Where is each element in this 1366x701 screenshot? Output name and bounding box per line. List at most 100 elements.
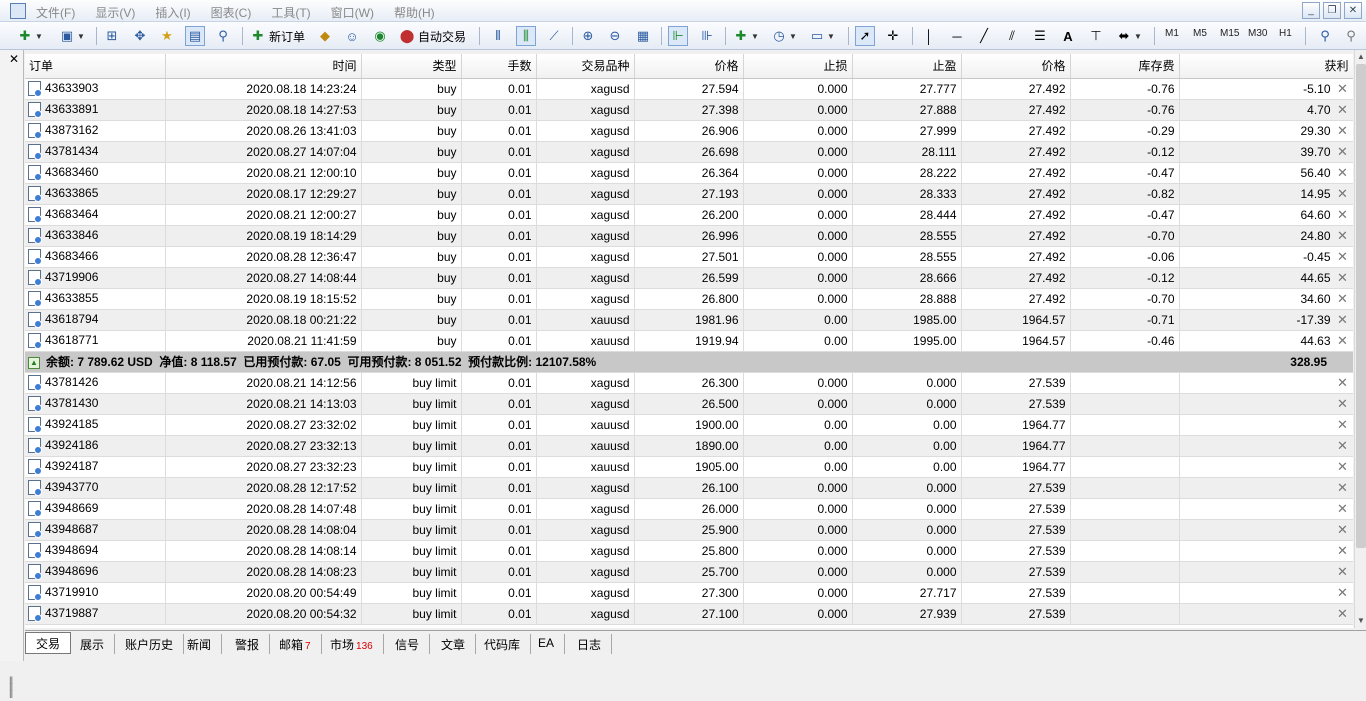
close-order-icon[interactable]: ✕ [1337, 333, 1349, 349]
terminal-tab[interactable]: 交易 [25, 632, 72, 654]
close-order-icon[interactable]: ✕ [1337, 123, 1349, 139]
signals-button[interactable]: ☺ [343, 26, 361, 46]
close-order-icon[interactable]: ✕ [1337, 228, 1349, 244]
scroll-up-icon[interactable]: ▲ [1356, 52, 1366, 62]
timeframe-h1[interactable]: H1 [1279, 28, 1292, 39]
table-row[interactable]: 43948669 2020.08.28 14:07:48 buy limit 0.01… [25, 498, 1353, 520]
column-header[interactable]: 类型 [361, 54, 462, 79]
menu-item[interactable]: 图表(C) [211, 0, 252, 22]
column-header[interactable]: 时间 [165, 54, 362, 79]
zoom-out-button[interactable]: ⊖ [606, 26, 624, 46]
candlestick-button[interactable]: ⫼ [516, 26, 536, 46]
table-row[interactable]: 43924187 2020.08.27 23:32:23 buy limit 0.01… [25, 456, 1353, 478]
terminal-tab[interactable]: 邮箱 7 [269, 634, 322, 654]
table-row[interactable]: 43948687 2020.08.28 14:08:04 buy limit 0.01… [25, 519, 1353, 541]
profiles-button[interactable]: ▣ ▼ [58, 26, 85, 46]
table-row[interactable]: 43683464 2020.08.21 12:00:27 buy 0.01 xagusd… [25, 204, 1353, 226]
table-row[interactable]: 43633903 2020.08.18 14:23:24 buy 0.01 xagusd… [25, 78, 1353, 100]
crosshair-button[interactable]: ✛ [884, 26, 902, 46]
column-header[interactable]: 库存费 [1070, 54, 1180, 79]
vertical-line-button[interactable]: │ [920, 26, 938, 46]
close-terminal-icon[interactable]: ✕ [9, 52, 19, 66]
table-row[interactable]: 43719906 2020.08.27 14:08:44 buy 0.01 xagusd… [25, 267, 1353, 289]
close-order-icon[interactable]: ✕ [1337, 312, 1349, 328]
minimize-button[interactable]: _ [1302, 2, 1320, 19]
search-box[interactable]: ⚲ [1342, 26, 1360, 46]
templates-button[interactable]: ▭ ▼ [808, 26, 835, 46]
close-order-icon[interactable]: ✕ [1337, 585, 1349, 601]
close-order-icon[interactable]: ✕ [1337, 543, 1349, 559]
navigator-button[interactable]: ✥ [131, 26, 149, 46]
timeframe-m1[interactable]: M1 [1165, 28, 1179, 39]
close-order-icon[interactable]: ✕ [1337, 165, 1349, 181]
table-row[interactable]: 43683466 2020.08.28 12:36:47 buy 0.01 xagusd… [25, 246, 1353, 268]
table-row[interactable]: 43873162 2020.08.26 13:41:03 buy 0.01 xagusd… [25, 120, 1353, 142]
bar-chart-button[interactable]: ⫴ [489, 26, 507, 46]
close-order-icon[interactable]: ✕ [1337, 480, 1349, 496]
column-header[interactable]: 订单 [25, 54, 166, 79]
table-row[interactable]: 43719887 2020.08.20 00:54:32 buy limit 0.01… [25, 603, 1353, 625]
table-row[interactable]: 43943770 2020.08.28 12:17:52 buy limit 0.01… [25, 477, 1353, 499]
periods-button[interactable]: ◷ ▼ [770, 26, 797, 46]
close-order-icon[interactable]: ✕ [1337, 291, 1349, 307]
vps-button[interactable]: ◉ [371, 26, 389, 46]
close-order-icon[interactable]: ✕ [1337, 144, 1349, 160]
close-order-icon[interactable]: ✕ [1337, 207, 1349, 223]
scroll-down-icon[interactable]: ▼ [1356, 616, 1366, 626]
column-header[interactable]: 获利 [1179, 54, 1353, 79]
restore-button[interactable]: ❐ [1323, 2, 1341, 19]
table-row[interactable]: 43781426 2020.08.21 14:12:56 buy limit 0.01… [25, 372, 1353, 394]
favorites-button[interactable]: ★ [158, 26, 176, 46]
close-order-icon[interactable]: ✕ [1337, 606, 1349, 622]
terminal-tab[interactable]: 新闻 [177, 634, 223, 654]
table-row[interactable]: 43948694 2020.08.28 14:08:14 buy limit 0.01… [25, 540, 1353, 562]
menu-item[interactable]: 显示(V) [95, 0, 135, 22]
table-row[interactable]: 43924185 2020.08.27 23:32:02 buy limit 0.01… [25, 414, 1353, 436]
close-order-icon[interactable]: ✕ [1337, 102, 1349, 118]
table-row[interactable]: 43924186 2020.08.27 23:32:13 buy limit 0.01… [25, 435, 1353, 457]
terminal-tab[interactable]: 市场 136 [320, 634, 384, 654]
close-window-button[interactable]: ✕ [1344, 2, 1362, 19]
fibonacci-button[interactable]: ☰ [1031, 26, 1049, 46]
close-order-icon[interactable]: ✕ [1337, 81, 1349, 97]
scroll-thumb[interactable] [1356, 64, 1366, 548]
close-order-icon[interactable]: ✕ [1337, 438, 1349, 454]
table-row[interactable]: 43633846 2020.08.19 18:14:29 buy 0.01 xagusd… [25, 225, 1353, 247]
close-order-icon[interactable]: ✕ [1337, 459, 1349, 475]
new-chart-button[interactable]: ✚ ▼ [16, 26, 43, 46]
trendline-button[interactable]: ╱ [975, 26, 993, 46]
text-button[interactable]: A [1059, 26, 1077, 46]
search-button[interactable]: ⚲ [1316, 26, 1334, 46]
column-header[interactable]: 止损 [743, 54, 853, 79]
column-header[interactable]: 价格 [961, 54, 1071, 79]
timeframe-m30[interactable]: M30 [1248, 28, 1267, 39]
auto-scroll-button[interactable]: ⊩ [668, 26, 688, 46]
table-row[interactable]: 43633891 2020.08.18 14:27:53 buy 0.01 xagusd… [25, 99, 1353, 121]
close-order-icon[interactable]: ✕ [1337, 270, 1349, 286]
terminal-tab[interactable]: 信号 [385, 634, 431, 654]
equidistant-channel-button[interactable]: ⫽ [1003, 26, 1021, 46]
close-order-icon[interactable]: ✕ [1337, 522, 1349, 538]
table-row[interactable]: 43781434 2020.08.27 14:07:04 buy 0.01 xagusd… [25, 141, 1353, 163]
terminal-button[interactable]: ▤ [185, 26, 205, 46]
table-row[interactable]: 43683460 2020.08.21 12:00:10 buy 0.01 xagusd… [25, 162, 1353, 184]
auto-trading-button[interactable]: ⬤ 自动交易 [398, 26, 466, 46]
terminal-grip-icon[interactable]: ‖ ‖ ‖ [9, 677, 13, 701]
timeframe-m15[interactable]: M15 [1220, 28, 1239, 39]
terminal-tab[interactable]: 账户历史 [115, 634, 185, 654]
arrows-button[interactable]: ⬌ ▼ [1115, 26, 1142, 46]
close-order-icon[interactable]: ✕ [1337, 417, 1349, 433]
table-row[interactable]: 43719910 2020.08.20 00:54:49 buy limit 0.01… [25, 582, 1353, 604]
menu-item[interactable]: 工具(T) [271, 0, 310, 22]
table-row[interactable]: 43618771 2020.08.21 11:41:59 buy 0.01 xauusd… [25, 330, 1353, 352]
close-order-icon[interactable]: ✕ [1337, 186, 1349, 202]
vertical-scrollbar[interactable]: ▲ ▼ [1354, 50, 1366, 628]
menu-item[interactable]: 帮助(H) [394, 0, 435, 22]
tile-windows-button[interactable]: ▦ [634, 26, 652, 46]
terminal-tab[interactable]: EA [528, 634, 566, 654]
chart-shift-button[interactable]: ⊪ [698, 26, 716, 46]
strategy-tester-button[interactable]: ⚲ [214, 26, 232, 46]
terminal-tab[interactable]: 日志 [567, 634, 613, 654]
menu-item[interactable]: 窗口(W) [331, 0, 374, 22]
terminal-tab[interactable]: 文章 [431, 634, 477, 654]
